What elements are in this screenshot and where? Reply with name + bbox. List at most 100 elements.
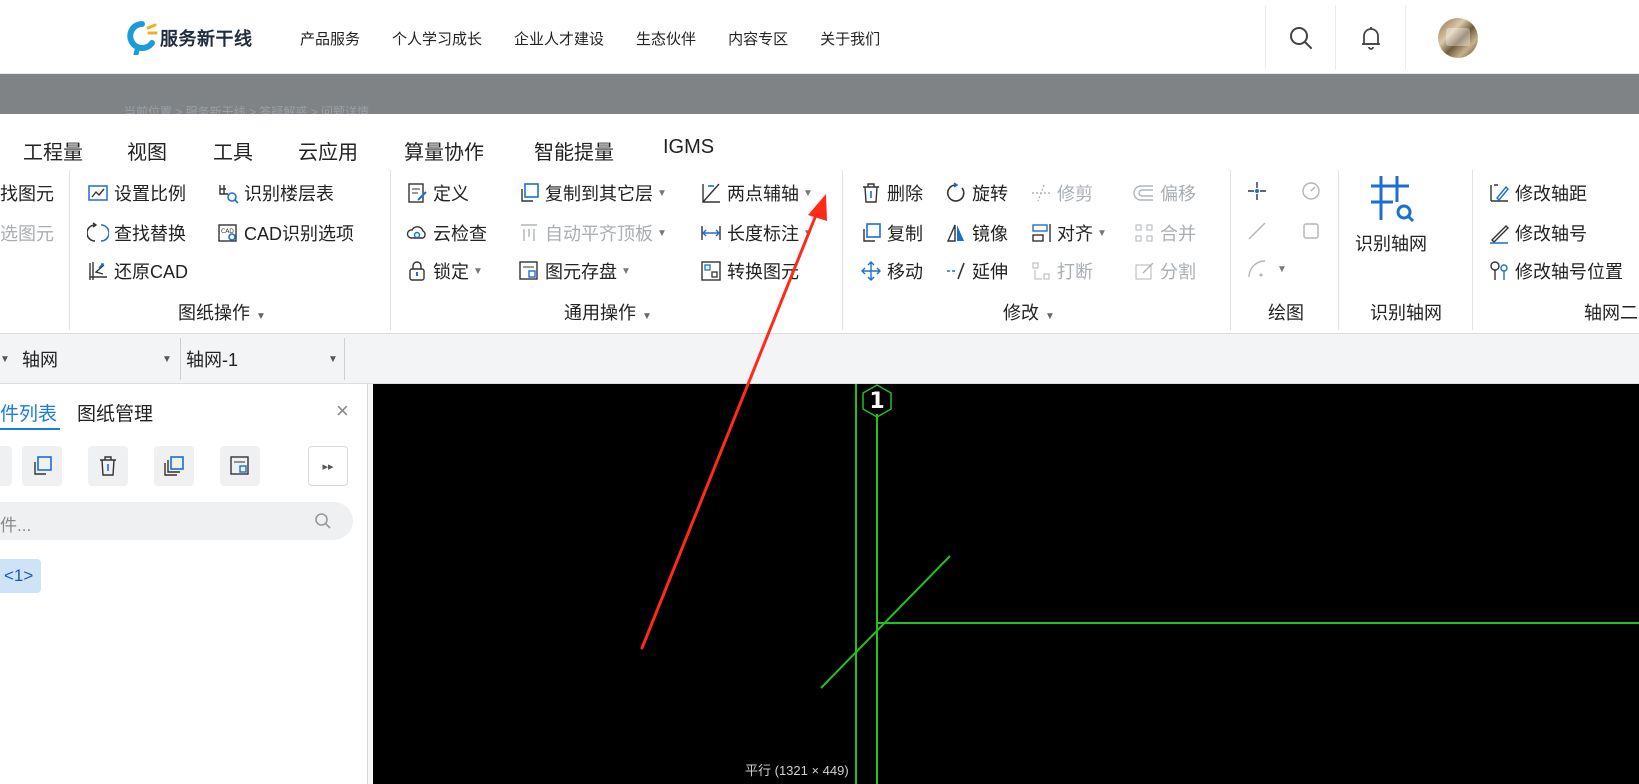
find-replace-button[interactable]: 查找替换 xyxy=(87,220,186,246)
tab-cloud-apps[interactable]: 云应用 xyxy=(298,136,358,165)
nav-item-content[interactable]: 内容专区 xyxy=(728,28,788,49)
bell-icon xyxy=(1361,26,1380,50)
nav-item-partners[interactable]: 生态伙伴 xyxy=(636,28,696,49)
component-tag-label: <1> xyxy=(4,566,34,585)
site-nav: 产品服务 个人学习成长 企业人才建设 生态伙伴 内容专区 关于我们 xyxy=(300,28,912,49)
cad-options-label: CAD识别选项 xyxy=(244,224,355,244)
rotate-button[interactable]: 旋转 xyxy=(945,180,1008,206)
move-button[interactable]: 移动 xyxy=(860,258,923,284)
draw-line-button[interactable] xyxy=(1246,220,1273,242)
auto-align-slab-button[interactable]: 自动平齐顶板 ▼ xyxy=(518,220,667,246)
set-scale-button[interactable]: 设置比例 xyxy=(87,180,186,206)
floor-table-icon xyxy=(217,182,239,204)
site-header: 服务新干线 产品服务 个人学习成长 企业人才建设 生态伙伴 内容专区 关于我们 xyxy=(0,0,1639,74)
draw-angle-button[interactable] xyxy=(1300,180,1327,202)
tab-view[interactable]: 视图 xyxy=(127,136,167,165)
identify-floor-table-label: 识别楼层表 xyxy=(244,184,334,204)
copy-button[interactable]: 复制 xyxy=(860,220,923,246)
find-replace-label: 查找替换 xyxy=(114,224,186,244)
selector-divider xyxy=(344,338,345,380)
group-label-recognize-axis: 识别轴网 xyxy=(1370,303,1442,323)
lock-button[interactable]: 锁定 ▼ xyxy=(406,258,483,284)
tab-component-list[interactable]: 件列表 xyxy=(0,399,57,426)
new-component-button[interactable] xyxy=(0,446,12,486)
select-element-button[interactable]: 选图元 xyxy=(0,220,54,246)
element-select[interactable]: 轴网-1 ▼ xyxy=(186,342,341,376)
break-button[interactable]: 打断 xyxy=(1030,258,1093,284)
component-tag[interactable]: <1> xyxy=(0,559,42,593)
align-button[interactable]: 对齐 ▼ xyxy=(1030,220,1107,246)
logo-text: 服务新干线 xyxy=(160,29,253,49)
identify-floor-table-button[interactable]: 识别楼层表 xyxy=(217,180,334,206)
delete-label: 删除 xyxy=(887,184,923,204)
scale-icon xyxy=(87,182,109,204)
more-tools-button[interactable]: ▸▸ xyxy=(308,446,348,486)
merge-icon xyxy=(1133,222,1155,244)
delete-button[interactable]: 删除 xyxy=(860,180,923,206)
nav-item-products[interactable]: 产品服务 xyxy=(300,28,360,49)
close-icon[interactable]: × xyxy=(336,398,349,424)
double-chevron-right-icon: ▸▸ xyxy=(322,460,334,473)
define-label: 定义 xyxy=(433,184,469,204)
tab-quantity[interactable]: 工程量 xyxy=(23,136,83,165)
component-search-input[interactable] xyxy=(0,502,353,540)
tab-igms[interactable]: IGMS xyxy=(663,136,714,159)
user-menu[interactable] xyxy=(1405,5,1509,70)
trim-button[interactable]: 修剪 xyxy=(1030,180,1093,206)
nav-item-enterprise-talent[interactable]: 企业人才建设 xyxy=(514,28,604,49)
split-button[interactable]: 分割 xyxy=(1133,258,1196,284)
find-element-button[interactable]: 找图元 xyxy=(0,180,54,206)
group-label-general-ops[interactable]: 通用操作 ▼ xyxy=(564,299,652,325)
copy-layer-component-button[interactable] xyxy=(154,446,194,486)
avatar[interactable] xyxy=(1437,17,1478,58)
align-label: 对齐 xyxy=(1057,224,1093,244)
notification-button[interactable] xyxy=(1335,5,1405,70)
recognize-axis-button[interactable]: 识别轴网 xyxy=(1355,172,1427,256)
save-component-button[interactable] xyxy=(220,446,260,486)
search-icon[interactable] xyxy=(314,512,332,530)
copy-to-other-layer-button[interactable]: 复制到其它层 ▼ xyxy=(518,180,667,206)
cad-options-button[interactable]: CAD CAD识别选项 xyxy=(217,220,354,246)
element-save-button[interactable]: 图元存盘 ▼ xyxy=(518,258,631,284)
copy-component-button[interactable] xyxy=(22,446,62,486)
nav-item-about[interactable]: 关于我们 xyxy=(820,28,880,49)
category-select-value: 轴网 xyxy=(22,350,58,370)
floor-select-caret[interactable]: ▼ xyxy=(0,342,10,376)
category-select[interactable]: 轴网 ▼ xyxy=(22,342,177,376)
merge-button[interactable]: 合并 xyxy=(1133,220,1196,246)
selector-divider xyxy=(180,338,181,380)
draw-point-button[interactable] xyxy=(1246,180,1273,202)
modify-axis-spacing-button[interactable]: 修改轴距 xyxy=(1488,180,1587,206)
convert-element-button[interactable]: 转换图元 xyxy=(700,258,799,284)
draw-arc-button[interactable]: ▼ xyxy=(1246,258,1287,280)
group-label-modify[interactable]: 修改 ▼ xyxy=(1003,299,1055,325)
modify-axis-number-position-button[interactable]: 修改轴号位置 xyxy=(1488,258,1623,284)
drawing-canvas[interactable]: 1 xyxy=(373,384,1639,784)
mirror-button[interactable]: 镜像 xyxy=(945,220,1008,246)
delete-component-button[interactable] xyxy=(88,446,128,486)
site-logo[interactable]: 服务新干线 xyxy=(126,20,253,56)
copy-icon xyxy=(34,456,52,475)
element-select-value: 轴网-1 xyxy=(186,350,239,370)
define-button[interactable]: 定义 xyxy=(406,180,469,206)
group-label-drawing-ops[interactable]: 图纸操作 ▼ xyxy=(178,299,266,325)
active-tab-indicator xyxy=(0,428,60,430)
nav-item-personal-growth[interactable]: 个人学习成长 xyxy=(392,28,482,49)
search-button[interactable] xyxy=(1265,5,1335,70)
offset-button[interactable]: 偏移 xyxy=(1133,180,1196,206)
restore-cad-button[interactable]: 还原CAD xyxy=(87,258,188,284)
define-icon xyxy=(406,182,428,204)
copy-layer-icon xyxy=(518,182,540,204)
rotate-label: 旋转 xyxy=(972,184,1008,204)
tab-collaboration[interactable]: 算量协作 xyxy=(404,136,484,165)
tab-smart-extract[interactable]: 智能提量 xyxy=(534,136,614,165)
length-dimension-button[interactable]: 长度标注 ▼ xyxy=(700,220,813,246)
cloud-check-button[interactable]: 云检查 xyxy=(406,220,487,246)
draw-rectangle-button[interactable] xyxy=(1300,220,1327,242)
tab-drawing-management[interactable]: 图纸管理 xyxy=(77,399,153,426)
two-point-aux-axis-button[interactable]: 两点辅轴 ▼ xyxy=(700,180,813,206)
extend-button[interactable]: 延伸 xyxy=(945,258,1008,284)
tab-tools[interactable]: 工具 xyxy=(213,136,253,165)
element-save-label: 图元存盘 xyxy=(545,262,617,282)
modify-axis-number-button[interactable]: 修改轴号 xyxy=(1488,220,1587,246)
